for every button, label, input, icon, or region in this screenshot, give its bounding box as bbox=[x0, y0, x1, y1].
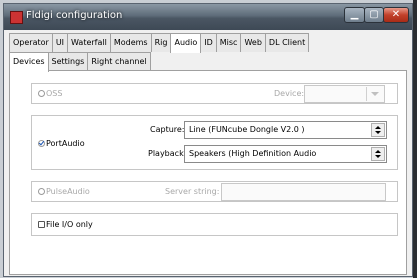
tab-settings[interactable]: Settings bbox=[47, 52, 89, 71]
chevron-down-icon bbox=[366, 87, 383, 101]
close-button[interactable]: ✕ bbox=[383, 7, 409, 23]
tab-ui[interactable]: UI bbox=[51, 33, 69, 52]
window-title: Fldigi configuration bbox=[26, 10, 123, 21]
tab-audio[interactable]: Audio bbox=[170, 33, 202, 53]
tab-dl-client[interactable]: DL Client bbox=[264, 33, 310, 52]
capture-label: Capture: bbox=[150, 125, 185, 134]
sub-tabs: Devices Settings Right channel bbox=[9, 52, 151, 72]
up-down-arrows-icon bbox=[371, 147, 385, 161]
maximize-button[interactable]: ▢ bbox=[364, 7, 384, 23]
tab-waterfall[interactable]: Waterfall bbox=[67, 33, 111, 52]
capture-select[interactable]: Line (FUNcube Dongle V2.0 ) bbox=[184, 121, 387, 139]
server-string-input[interactable] bbox=[221, 183, 386, 201]
portaudio-label: PortAudio bbox=[46, 139, 85, 148]
playback-value: Speakers (High Definition Audio bbox=[189, 149, 317, 158]
tab-devices[interactable]: Devices bbox=[9, 52, 49, 72]
oss-group: OSS Device: bbox=[31, 83, 398, 104]
tab-right-channel[interactable]: Right channel bbox=[87, 52, 151, 71]
fileio-group: File I/O only bbox=[31, 213, 398, 236]
playback-select[interactable]: Speakers (High Definition Audio bbox=[184, 145, 387, 163]
portaudio-group: PortAudio Capture: Line (FUNcube Dongle … bbox=[31, 115, 398, 170]
capture-value: Line (FUNcube Dongle V2.0 ) bbox=[189, 125, 305, 134]
pulseaudio-checkbox[interactable] bbox=[38, 188, 45, 195]
tab-rig[interactable]: Rig bbox=[150, 33, 172, 52]
config-window: Fldigi configuration ▁ ▢ ✕ Operator UI W… bbox=[3, 3, 413, 277]
device-select[interactable] bbox=[304, 85, 385, 103]
up-down-arrows-icon bbox=[371, 123, 385, 137]
tab-misc[interactable]: Misc bbox=[215, 33, 242, 52]
fileio-label: File I/O only bbox=[46, 220, 93, 229]
app-icon bbox=[10, 11, 23, 24]
screen-edge bbox=[413, 0, 417, 278]
main-tabs: Operator UI Waterfall Modems Rig Audio I… bbox=[9, 33, 310, 53]
tab-operator[interactable]: Operator bbox=[9, 33, 53, 52]
portaudio-checkbox[interactable] bbox=[38, 140, 45, 147]
oss-label: OSS bbox=[46, 89, 63, 98]
device-label: Device: bbox=[274, 89, 305, 98]
pulseaudio-group: PulseAudio Server string: bbox=[31, 181, 398, 202]
oss-checkbox[interactable] bbox=[38, 90, 45, 97]
fileio-checkbox[interactable] bbox=[38, 221, 45, 228]
minimize-button[interactable]: ▁ bbox=[344, 7, 365, 23]
tab-modems[interactable]: Modems bbox=[109, 33, 152, 52]
server-string-label: Server string: bbox=[165, 187, 220, 196]
tab-web[interactable]: Web bbox=[240, 33, 266, 52]
playback-label: Playback: bbox=[148, 149, 187, 158]
devices-panel: OSS Device: PortAudio Capture: Line (FUN… bbox=[9, 70, 407, 275]
title-bar[interactable]: Fldigi configuration ▁ ▢ ✕ bbox=[4, 4, 412, 30]
tab-id[interactable]: ID bbox=[200, 33, 217, 52]
pulseaudio-label: PulseAudio bbox=[46, 187, 90, 196]
